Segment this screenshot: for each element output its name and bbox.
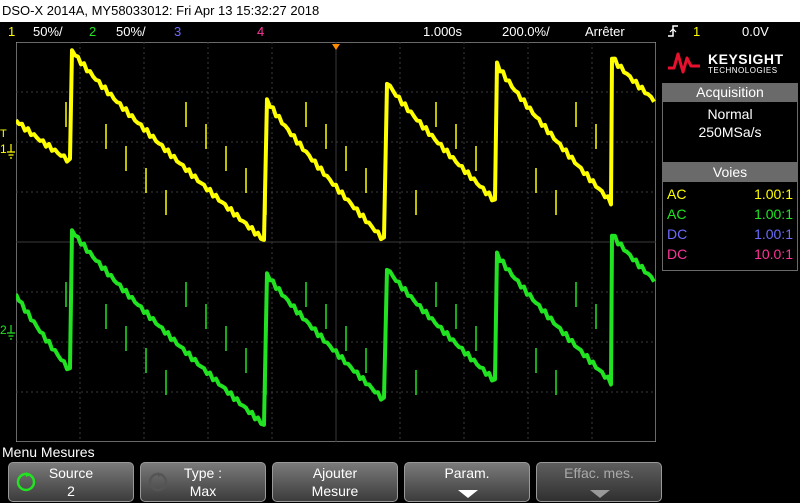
ch2-ground-marker[interactable]: 2	[0, 323, 7, 337]
softkey-clear-measurements[interactable]: Effac. mes.	[536, 462, 662, 502]
voie-row-3: DC 1.00:1	[667, 226, 793, 242]
waveform-display[interactable]	[16, 42, 656, 442]
ch1-ground-marker[interactable]: 1	[0, 142, 7, 156]
voie-row-4: DC 10.0:1	[667, 246, 793, 262]
down-arrow-icon	[590, 490, 610, 498]
run-state: Arrêter	[585, 24, 625, 39]
side-panel: KEYSIGHT TECHNOLOGIES Acquisition Normal…	[660, 42, 800, 442]
keysight-logo: KEYSIGHT TECHNOLOGIES	[660, 42, 800, 80]
ch2-scale: 50%/	[116, 24, 146, 39]
window-title: DSO-X 2014A, MY58033012: Fri Apr 13 15:3…	[0, 0, 800, 22]
voie-row-2: AC 1.00:1	[667, 206, 793, 222]
keysight-wave-icon	[668, 52, 700, 74]
acquisition-rate: 250MSa/s	[698, 124, 762, 140]
down-arrow-icon	[458, 490, 478, 498]
ch1-scale: 50%/	[33, 24, 63, 39]
voies-panel[interactable]: AC 1.00:1 AC 1.00:1 DC 1.00:1 DC 10.0:1	[662, 181, 798, 271]
trigger-level: 0.0V	[742, 24, 769, 39]
trigger-channel: 1	[693, 24, 701, 39]
softkey-add-measurement[interactable]: Ajouter Mesure	[272, 462, 398, 502]
status-bar: 1 50%/ 2 50%/ 3 4 1.000s 200.0%/ Arrêter…	[0, 22, 800, 42]
timebase: 1.000s	[423, 24, 463, 39]
ch4-number[interactable]: 4	[257, 22, 264, 42]
trigger-level-marker: T	[0, 128, 7, 140]
delay: 200.0%/	[502, 24, 550, 39]
menu-title: Menu Mesures	[2, 444, 95, 460]
ch2-number[interactable]: 2	[89, 22, 96, 42]
softkey-type[interactable]: Type : Max	[140, 462, 266, 502]
ch2-ground-icon	[7, 325, 15, 340]
acquisition-header: Acquisition	[662, 83, 798, 101]
softkey-source[interactable]: Source 2	[8, 462, 134, 502]
ch1-ground-icon	[7, 144, 15, 159]
voie-row-1: AC 1.00:1	[667, 186, 793, 202]
acquisition-panel[interactable]: Normal 250MSa/s	[662, 101, 798, 163]
ch1-number[interactable]: 1	[8, 22, 15, 42]
acquisition-mode: Normal	[707, 106, 753, 122]
voies-header: Voies	[662, 163, 798, 181]
softkey-params[interactable]: Param.	[404, 462, 530, 502]
ch3-number[interactable]: 3	[174, 22, 181, 42]
